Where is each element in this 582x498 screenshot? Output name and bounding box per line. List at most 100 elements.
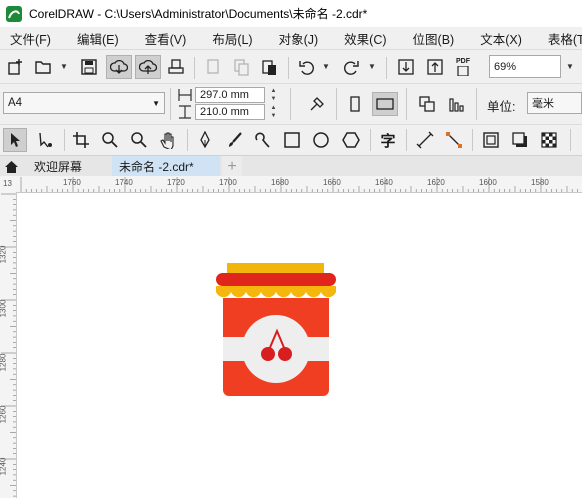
toolbar-separator bbox=[290, 88, 291, 120]
page-size-value: A4 bbox=[8, 97, 23, 109]
redo-icon[interactable] bbox=[340, 56, 362, 78]
undo-dropdown-icon[interactable]: ▼ bbox=[322, 62, 330, 71]
transparency-tool-icon[interactable] bbox=[538, 129, 560, 151]
ruler-top-label: 1760 bbox=[63, 178, 81, 187]
page-options-icon[interactable] bbox=[306, 93, 328, 115]
ruler-top-label: 1660 bbox=[323, 178, 341, 187]
ruler-left-label: 1280 bbox=[0, 353, 8, 372]
zoom-tool-icon[interactable] bbox=[99, 129, 121, 151]
paste-icon[interactable] bbox=[258, 56, 280, 78]
pen-tool-icon[interactable] bbox=[194, 129, 216, 151]
ruler-left-label: 1260 bbox=[0, 405, 8, 424]
zoom-out-tool-icon[interactable] bbox=[128, 129, 150, 151]
open-dropdown-icon[interactable]: ▼ bbox=[60, 62, 68, 71]
save-icon[interactable] bbox=[78, 56, 100, 78]
contour-tool-icon[interactable] bbox=[480, 129, 502, 151]
page-width-icon bbox=[178, 88, 192, 105]
artistic-brush-icon[interactable] bbox=[224, 129, 246, 151]
open-folder-icon[interactable] bbox=[32, 56, 54, 78]
jam-jar-illustration[interactable] bbox=[17, 193, 582, 498]
cloud-upload-icon[interactable] bbox=[135, 55, 161, 79]
ruler-corner[interactable]: 13 bbox=[0, 176, 17, 193]
toolbar-separator bbox=[194, 57, 195, 79]
home-icon[interactable] bbox=[0, 156, 22, 177]
portrait-icon[interactable] bbox=[344, 93, 366, 115]
menu-bitmap[interactable]: 位图(B) bbox=[403, 29, 455, 48]
ellipse-tool-icon[interactable] bbox=[310, 129, 332, 151]
cloud-download-icon[interactable] bbox=[106, 55, 132, 79]
print-icon[interactable] bbox=[165, 56, 187, 78]
jar-label-circle bbox=[242, 315, 310, 383]
copy-icon[interactable] bbox=[230, 56, 252, 78]
menu-view[interactable]: 查看(V) bbox=[135, 29, 187, 48]
menu-file[interactable]: 文件(F) bbox=[0, 29, 51, 48]
horizontal-ruler-ticks bbox=[20, 177, 578, 192]
menu-table[interactable]: 表格(T) bbox=[538, 29, 582, 48]
current-page-icon[interactable] bbox=[446, 93, 468, 115]
undo-icon[interactable] bbox=[296, 56, 318, 78]
ruler-left-label: 1300 bbox=[0, 299, 8, 318]
add-tab-glyph: + bbox=[227, 157, 237, 175]
drawing-canvas[interactable] bbox=[17, 193, 582, 498]
ruler-top-label: 1720 bbox=[167, 178, 185, 187]
tab-document-label: 未命名 -2.cdr* bbox=[119, 160, 194, 174]
page-width-stepper[interactable]: ▲ ▼ bbox=[268, 88, 279, 102]
export-icon[interactable] bbox=[424, 56, 446, 78]
import-icon[interactable] bbox=[395, 56, 417, 78]
connector-tool-icon[interactable] bbox=[443, 129, 465, 151]
toolbar-separator bbox=[336, 88, 337, 120]
zoom-dropdown-icon[interactable]: ▼ bbox=[566, 62, 574, 71]
pick-tool-icon[interactable] bbox=[3, 128, 27, 152]
zoom-level-field[interactable]: 69% bbox=[489, 55, 561, 78]
toolbar-separator bbox=[472, 129, 473, 151]
page-height-input[interactable]: 210.0 mm bbox=[195, 104, 265, 120]
toolbar-separator bbox=[187, 129, 188, 151]
page-size-select[interactable]: A4 ▼ bbox=[3, 92, 165, 114]
tab-document[interactable]: 未命名 -2.cdr* bbox=[112, 156, 220, 177]
export-pdf-icon[interactable]: PDF bbox=[452, 56, 474, 78]
all-pages-icon[interactable] bbox=[416, 93, 438, 115]
units-select[interactable]: 毫米 bbox=[527, 92, 582, 114]
toolbar-separator bbox=[170, 88, 171, 120]
ruler-left-label: 1240 bbox=[0, 457, 8, 476]
jar-lid-band bbox=[216, 273, 336, 286]
page-height-stepper[interactable]: ▲ ▼ bbox=[268, 105, 279, 119]
redo-dropdown-icon[interactable]: ▼ bbox=[368, 62, 376, 71]
landscape-icon[interactable] bbox=[372, 92, 398, 116]
toolbar-separator bbox=[570, 129, 571, 151]
document-tab-bar: 欢迎屏幕 未命名 -2.cdr* + bbox=[0, 155, 582, 177]
toolbar-separator bbox=[476, 88, 477, 120]
cherry-right bbox=[278, 347, 292, 361]
drop-shadow-icon[interactable] bbox=[509, 129, 531, 151]
units-value: 毫米 bbox=[532, 98, 554, 110]
menu-text[interactable]: 文本(X) bbox=[470, 29, 522, 48]
vertical-ruler[interactable]: 1320 1300 1280 1260 1240 bbox=[0, 192, 17, 498]
add-tab-button[interactable]: + bbox=[222, 156, 242, 177]
page-size-dropdown-icon: ▼ bbox=[152, 99, 160, 108]
new-document-icon[interactable] bbox=[4, 56, 26, 78]
cherry-left bbox=[261, 347, 275, 361]
coreldraw-app-icon bbox=[6, 5, 22, 22]
toolbar-separator bbox=[288, 57, 289, 79]
page-height-value: 210.0 mm bbox=[200, 106, 249, 118]
horizontal-ruler[interactable]: 1760 1740 1720 1700 1680 1660 1640 1620 … bbox=[16, 176, 582, 193]
window-title: CorelDRAW - C:\Users\Administrator\Docum… bbox=[29, 7, 368, 21]
menu-object[interactable]: 对象(J) bbox=[269, 29, 319, 48]
ruler-top-label: 1620 bbox=[427, 178, 445, 187]
parallel-dimension-icon[interactable] bbox=[414, 129, 436, 151]
shape-tool-icon[interactable] bbox=[34, 129, 56, 151]
menu-layout[interactable]: 布局(L) bbox=[202, 29, 252, 48]
rectangle-tool-icon[interactable] bbox=[281, 129, 303, 151]
page-width-value: 297.0 mm bbox=[200, 89, 249, 101]
cut-icon[interactable] bbox=[202, 56, 224, 78]
menu-edit[interactable]: 编辑(E) bbox=[67, 29, 119, 48]
pan-hand-tool-icon[interactable] bbox=[157, 129, 179, 151]
menu-effects[interactable]: 效果(C) bbox=[334, 29, 386, 48]
tab-welcome-screen[interactable]: 欢迎屏幕 bbox=[24, 156, 110, 177]
crop-tool-icon[interactable] bbox=[70, 129, 92, 151]
polygon-tool-icon[interactable] bbox=[340, 129, 362, 151]
curve-tool-icon[interactable] bbox=[252, 129, 274, 151]
text-tool-icon[interactable]: 字 bbox=[377, 129, 399, 151]
page-width-input[interactable]: 297.0 mm bbox=[195, 87, 265, 103]
zoom-level-value: 69% bbox=[494, 60, 517, 73]
